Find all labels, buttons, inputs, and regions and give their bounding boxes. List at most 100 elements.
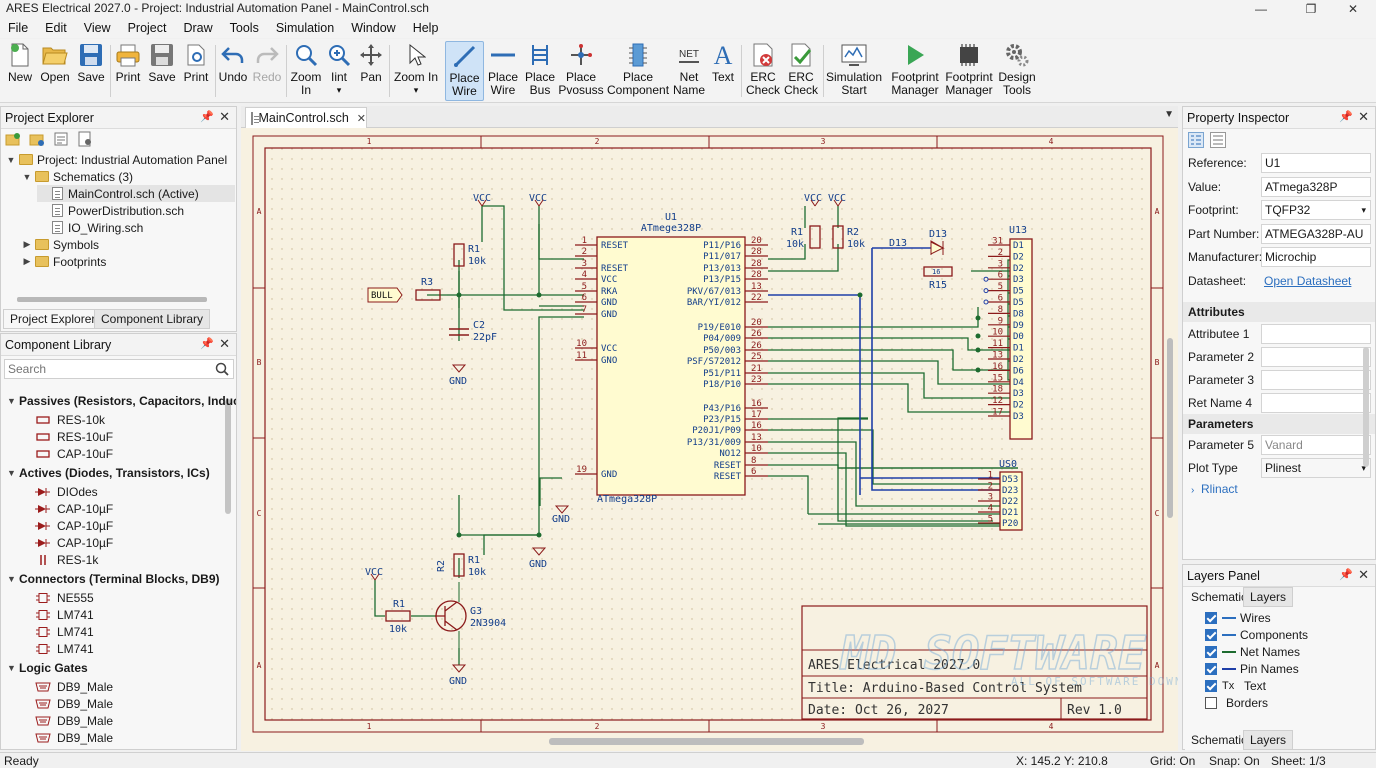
collapse-icon[interactable]: ▼	[21, 172, 33, 182]
rlinact-expander[interactable]: › Rlinact	[1191, 482, 1238, 496]
library-item[interactable]: LM741	[35, 623, 94, 640]
tree-footprints[interactable]: ▶ Footprints	[21, 253, 107, 270]
library-item[interactable]: CAP-10µF	[35, 534, 113, 551]
canvas-vertical-scrollbar[interactable]	[1167, 338, 1173, 518]
save-copy-button[interactable]: Save	[146, 41, 178, 101]
library-item[interactable]: DB9_Male	[35, 678, 113, 695]
library-item[interactable]: DB9_Male	[35, 729, 113, 746]
menu-draw[interactable]: Draw	[175, 21, 221, 35]
property-field[interactable]: ATMEGA328P-AU	[1261, 223, 1371, 244]
open-button[interactable]: Open	[38, 41, 72, 101]
datasheet-link[interactable]: Open Datasheet	[1261, 271, 1371, 291]
tab-layers[interactable]: Layers	[1243, 587, 1294, 607]
layer-checkbox[interactable]	[1205, 628, 1217, 641]
parameters-section[interactable]: Parameters	[1183, 414, 1375, 434]
library-item[interactable]: LM741	[35, 606, 94, 623]
save-button[interactable]: Save	[75, 41, 107, 101]
library-item[interactable]: RES-10uF	[35, 428, 113, 445]
properties-icon[interactable]	[53, 131, 69, 147]
attribute-field[interactable]	[1261, 370, 1371, 390]
library-item[interactable]: LM741	[35, 640, 94, 657]
categorized-view-icon[interactable]	[1188, 132, 1204, 148]
property-field[interactable]: TQFP32 ▾	[1261, 200, 1371, 220]
library-item[interactable]: DB9_Male	[35, 695, 113, 712]
settings-doc-icon[interactable]	[77, 131, 93, 147]
layer-row[interactable]: Borders	[1205, 694, 1268, 711]
layer-checkbox[interactable]	[1205, 662, 1217, 675]
collapse-icon[interactable]: ▼	[7, 396, 19, 406]
bottom-tab-layers[interactable]: Layers	[1243, 730, 1294, 750]
param5-field[interactable]: Vanard	[1261, 435, 1371, 455]
place-bus-button[interactable]: Place Bus	[524, 41, 556, 101]
attribute-field[interactable]	[1261, 393, 1371, 413]
collapse-icon[interactable]: ▼	[5, 155, 17, 165]
place-wire-button[interactable]: Place Wire	[445, 41, 484, 101]
add-folder-icon[interactable]	[5, 131, 21, 147]
net-name-button[interactable]: NET Net Name	[672, 41, 706, 101]
canvas-horizontal-scrollbar[interactable]	[549, 738, 864, 745]
layer-row[interactable]: Pin Names	[1205, 660, 1299, 677]
pan-button[interactable]: Pan	[356, 41, 386, 101]
attributes-section[interactable]: Attributes	[1183, 302, 1375, 322]
close-tab-icon[interactable]: ✕	[357, 112, 366, 125]
print-preview-button[interactable]: Print	[180, 41, 212, 101]
pin-icon[interactable]: 📌	[1339, 568, 1353, 581]
redo-button[interactable]: Redo	[252, 41, 282, 101]
menu-simulation[interactable]: Simulation	[268, 21, 343, 35]
library-item[interactable]: RES-1k	[35, 551, 98, 568]
menu-edit[interactable]: Edit	[37, 21, 76, 35]
property-field[interactable]: U1	[1261, 153, 1371, 173]
layer-row[interactable]: Net Names	[1205, 643, 1300, 660]
tree-symbols[interactable]: ▶ Symbols	[21, 236, 99, 253]
u1-atmega[interactable]: U1 ATmege328P ATmega328P 1 RESET23 RESET4 V…	[575, 212, 768, 505]
menu-window[interactable]: Window	[343, 21, 404, 35]
library-category[interactable]: ▼ Passives (Resistors, Capacitors, Induct…	[7, 392, 236, 409]
close-icon[interactable]: ✕	[1358, 567, 1369, 583]
tree-file-iowiring[interactable]: IO_Wiring.sch	[37, 219, 143, 236]
tab-maincontrol[interactable]: MainControl.sch ✕	[245, 107, 367, 128]
collapse-icon[interactable]: ▼	[7, 468, 19, 478]
simulation-start-button[interactable]: Simulation Start	[826, 41, 882, 101]
collapse-icon[interactable]: ▼	[7, 663, 19, 673]
library-item[interactable]: NE555	[35, 589, 94, 606]
menu-help[interactable]: Help	[405, 21, 448, 35]
library-category[interactable]: ▼ Logic Gates	[7, 659, 88, 676]
close-window-button[interactable]: ✕	[1330, 0, 1376, 18]
schematic-drawing[interactable]: 1 2 3 4 1 2 3 4 A B C A A B C A U1 ATmeg…	[241, 128, 1225, 751]
library-item[interactable]: RES-10k	[35, 411, 105, 428]
layer-checkbox[interactable]	[1205, 679, 1217, 692]
pin-icon[interactable]: 📌	[200, 337, 214, 350]
close-icon[interactable]: ✕	[219, 336, 230, 352]
restore-button[interactable]: ❐	[1288, 0, 1334, 18]
tree-file-maincontrol[interactable]: MainControl.sch (Active)	[37, 185, 235, 202]
design-tools-button[interactable]: Design Tools	[997, 41, 1037, 101]
library-category[interactable]: ▼ Actives (Diodes, Transistors, ICs)	[7, 464, 210, 481]
tree-file-powerdistribution[interactable]: PowerDistribution.sch	[37, 202, 184, 219]
add-file-icon[interactable]	[29, 131, 45, 147]
layer-checkbox[interactable]	[1205, 696, 1217, 709]
library-item[interactable]: CAP-10uF	[35, 445, 113, 462]
footprint-manager-2-button[interactable]: Footprint Manager	[943, 41, 995, 101]
erc-check-2-button[interactable]: ERC Check	[783, 41, 819, 101]
search-icon[interactable]	[215, 362, 229, 376]
library-item[interactable]: CAP-10µF	[35, 517, 113, 534]
tree-schematics[interactable]: ▼ Schematics (3)	[21, 168, 134, 185]
library-item[interactable]: DIOdes	[35, 483, 98, 500]
zoom-in-button[interactable]: Zoom In	[289, 41, 323, 101]
collapse-icon[interactable]: ▼	[7, 574, 19, 584]
minimize-button[interactable]: —	[1238, 0, 1284, 18]
plot-type-dropdown[interactable]: Plinest ▾	[1261, 458, 1371, 478]
property-field[interactable]: ATmega328P	[1261, 176, 1371, 197]
layer-row[interactable]: Components	[1205, 626, 1308, 643]
layer-row[interactable]: Tx Text	[1205, 677, 1266, 694]
vertical-scrollbar[interactable]	[225, 399, 231, 514]
place-pvosuss-button[interactable]: Place Pvosuss	[558, 41, 604, 101]
library-category[interactable]: ▼ Connectors (Terminal Blocks, DB9)	[7, 570, 219, 587]
menu-view[interactable]: View	[76, 21, 120, 35]
undo-button[interactable]: Undo	[218, 41, 248, 101]
menu-project[interactable]: Project	[120, 21, 176, 35]
text-button[interactable]: A Text	[709, 41, 737, 101]
tab-list-icon[interactable]: ▼	[1164, 109, 1174, 120]
menu-tools[interactable]: Tools	[222, 21, 268, 35]
attribute-field[interactable]	[1261, 324, 1371, 344]
